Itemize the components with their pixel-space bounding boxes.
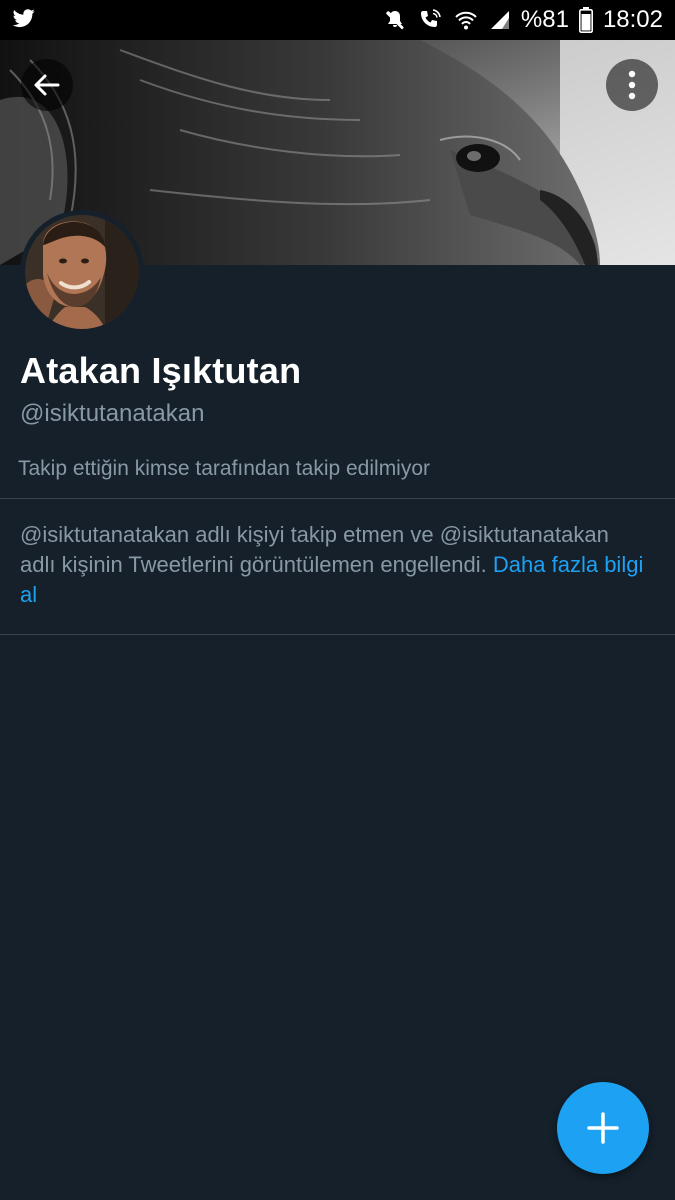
- display-name: Atakan Işıktutan: [20, 350, 302, 391]
- vertical-dots-icon: [628, 69, 636, 101]
- status-bar: %81 18:02: [0, 0, 675, 40]
- avatar-photo: [25, 215, 139, 329]
- divider: [0, 634, 675, 635]
- wifi-call-icon: [417, 8, 443, 32]
- back-button[interactable]: [21, 59, 73, 111]
- followers-you-know-note: Takip ettiğin kimse tarafından takip edi…: [18, 457, 431, 480]
- signal-icon: [489, 9, 511, 31]
- more-options-button[interactable]: [606, 59, 658, 111]
- divider: [0, 498, 675, 499]
- blocked-notice: @isiktutanatakan adlı kişiyi takip etmen…: [20, 520, 650, 610]
- battery-icon: [578, 7, 593, 33]
- wifi-icon: [453, 8, 479, 32]
- plus-icon: [585, 1110, 621, 1146]
- compose-tweet-button[interactable]: [557, 1082, 649, 1174]
- user-handle: @isiktutanatakan: [20, 400, 205, 427]
- battery-percent: %81: [520, 6, 569, 33]
- mute-icon: [383, 8, 407, 32]
- twitter-icon: [12, 7, 36, 29]
- clock: 18:02: [602, 6, 663, 33]
- avatar[interactable]: [20, 210, 144, 334]
- arrow-left-icon: [31, 69, 63, 101]
